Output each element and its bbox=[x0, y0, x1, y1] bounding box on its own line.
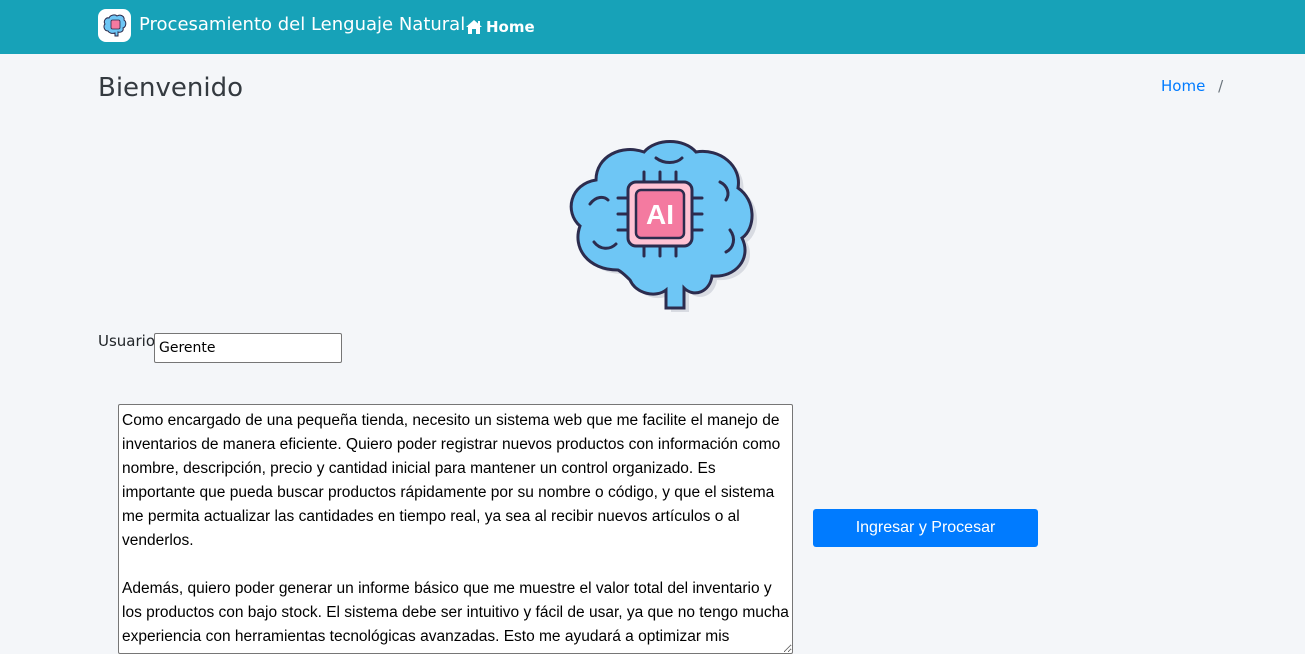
breadcrumb: Home / bbox=[1161, 76, 1223, 96]
home-icon bbox=[466, 20, 482, 34]
breadcrumb-separator: / bbox=[1218, 77, 1224, 95]
nav-home-link[interactable]: Home bbox=[465, 16, 535, 38]
user-input[interactable] bbox=[154, 333, 342, 363]
submit-process-button[interactable]: Ingresar y Procesar bbox=[813, 509, 1038, 547]
top-navbar: Procesamiento del Lenguaje Natural Home bbox=[0, 0, 1305, 54]
brand-title: Procesamiento del Lenguaje Natural bbox=[139, 14, 466, 35]
breadcrumb-home-link[interactable]: Home bbox=[1161, 77, 1205, 95]
nav-home-label: Home bbox=[486, 18, 535, 36]
user-label: Usuario: bbox=[98, 332, 161, 350]
ai-brain-icon: AI bbox=[560, 138, 760, 313]
chip-label: AI bbox=[646, 199, 674, 230]
brand-logo-icon bbox=[98, 8, 131, 42]
brand-link[interactable]: Procesamiento del Lenguaje Natural bbox=[98, 8, 465, 42]
page-title: Bienvenido bbox=[98, 73, 244, 103]
user-story-textarea[interactable]: Como encargado de una pequeña tienda, ne… bbox=[118, 404, 793, 654]
